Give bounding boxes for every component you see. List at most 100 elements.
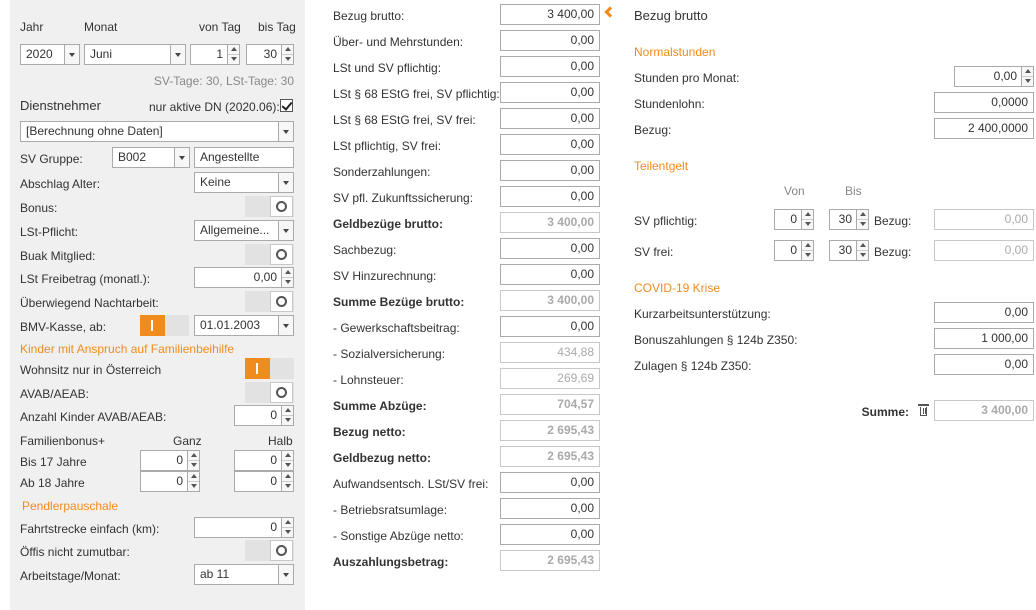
salary-input[interactable]: 2 400,0000 xyxy=(934,118,1034,139)
under-17-full-value: 0 xyxy=(176,453,183,467)
spinner-icon[interactable] xyxy=(227,45,239,64)
chevron-down-icon[interactable] xyxy=(278,173,293,192)
short-time-value: 0,00 xyxy=(1004,305,1028,319)
sv-free-to-input[interactable]: 30 xyxy=(829,240,869,261)
component-value-field[interactable]: 0,00 xyxy=(500,186,600,207)
hours-per-month-input[interactable]: 0,00 xyxy=(954,66,1034,87)
bonus-toggle[interactable] xyxy=(245,196,294,217)
lst-obligation-select[interactable]: Allgemeine... xyxy=(194,220,294,241)
children-section-header: Kinder mit Anspruch auf Familienbeihilfe xyxy=(20,342,235,356)
allowances-input[interactable]: 0,00 xyxy=(934,354,1034,375)
spinner-icon[interactable] xyxy=(856,210,868,229)
component-value-field[interactable]: 0,00 xyxy=(500,30,600,51)
component-value-field[interactable]: 0,00 xyxy=(500,316,600,337)
component-value-field[interactable]: 0,00 xyxy=(500,524,600,545)
workdays-value: ab 11 xyxy=(200,567,230,581)
sv-group-select[interactable]: B002 xyxy=(112,147,190,168)
spinner-icon[interactable] xyxy=(1021,67,1033,86)
component-value: 0,00 xyxy=(570,319,594,333)
bmv-date-select[interactable]: 01.01.2003 xyxy=(194,315,294,336)
sum-input: 3 400,00 xyxy=(934,400,1034,421)
chevron-left-icon[interactable] xyxy=(604,6,616,18)
chevron-down-icon[interactable] xyxy=(278,316,293,335)
sv-group-name: Angestellte xyxy=(194,147,294,168)
chevron-down-icon[interactable] xyxy=(64,45,79,64)
children-count-value: 0 xyxy=(270,408,277,422)
component-value-field[interactable]: 0,00 xyxy=(500,472,600,493)
sv-group-name-text: Angestellte xyxy=(200,150,260,164)
component-value-field[interactable]: 0,00 xyxy=(500,56,600,77)
avab-toggle[interactable] xyxy=(245,382,294,403)
under-17-half-input[interactable]: 0 xyxy=(234,450,294,471)
component-value: 2 695,43 xyxy=(547,553,594,567)
hours-per-month-value: 0,00 xyxy=(993,69,1017,83)
to-day-input[interactable]: 30 xyxy=(246,44,294,65)
spinner-icon[interactable] xyxy=(856,241,868,260)
component-value-field[interactable]: 0,00 xyxy=(500,108,600,129)
over-18-full-input[interactable]: 0 xyxy=(140,471,200,492)
bmv-toggle[interactable] xyxy=(140,315,189,336)
component-value-field[interactable]: 0,00 xyxy=(500,498,600,519)
sv-liable-from-input[interactable]: 0 xyxy=(774,209,814,230)
spinner-icon[interactable] xyxy=(801,210,813,229)
distance-input[interactable]: 0 xyxy=(194,517,294,538)
public-transport-toggle[interactable] xyxy=(245,540,294,561)
spinner-icon[interactable] xyxy=(187,451,199,470)
month-select[interactable]: Juni xyxy=(84,44,186,65)
workdays-select[interactable]: ab 11 xyxy=(194,564,294,585)
calculation-select[interactable]: [Berechnung ohne Daten] xyxy=(20,121,294,142)
bonus-payments-input[interactable]: 1 000,00 xyxy=(934,328,1034,349)
sv-liable-to-input[interactable]: 30 xyxy=(829,209,869,230)
year-header: Jahr xyxy=(20,20,44,34)
chevron-down-icon[interactable] xyxy=(170,45,185,64)
spinner-icon[interactable] xyxy=(281,518,293,537)
component-value-field[interactable]: 0,00 xyxy=(500,134,600,155)
component-value-field[interactable]: 0,00 xyxy=(500,82,600,103)
component-label: LSt § 68 EStG frei, SV pflichtig: xyxy=(333,87,500,101)
spinner-icon[interactable] xyxy=(281,472,293,491)
component-label: Sonderzahlungen: xyxy=(333,165,431,179)
age-deduction-label: Abschlag Alter: xyxy=(20,177,101,191)
distance-value: 0 xyxy=(270,520,277,534)
component-label: Geldbezug netto: xyxy=(333,451,431,465)
family-bonus-label: Familienbonus+ xyxy=(20,434,106,448)
residence-toggle[interactable] xyxy=(245,358,294,379)
over-18-half-input[interactable]: 0 xyxy=(234,471,294,492)
component-value: 269,69 xyxy=(557,371,594,385)
component-value: 0,00 xyxy=(570,241,594,255)
sv-free-from-input[interactable]: 0 xyxy=(774,240,814,261)
component-value-field: 2 695,43 xyxy=(500,446,600,467)
component-value-field[interactable]: 3 400,00 xyxy=(500,4,600,25)
component-value: 3 400,00 xyxy=(547,7,594,21)
spinner-icon[interactable] xyxy=(281,268,293,287)
component-label: Auszahlungsbetrag: xyxy=(333,555,449,569)
year-select[interactable]: 2020 xyxy=(20,44,80,65)
buak-toggle[interactable] xyxy=(245,244,294,265)
chevron-down-icon[interactable] xyxy=(278,565,293,584)
component-value-field[interactable]: 0,00 xyxy=(500,160,600,181)
component-value-field[interactable]: 0,00 xyxy=(500,264,600,285)
age-deduction-select[interactable]: Keine xyxy=(194,172,294,193)
chevron-down-icon[interactable] xyxy=(278,221,293,240)
component-label: LSt und SV pflichtig: xyxy=(333,61,442,75)
trash-icon[interactable] xyxy=(918,404,929,416)
night-work-toggle[interactable] xyxy=(245,291,294,312)
under-17-full-input[interactable]: 0 xyxy=(140,450,200,471)
spinner-icon[interactable] xyxy=(187,472,199,491)
chevron-down-icon[interactable] xyxy=(278,122,293,141)
spinner-icon[interactable] xyxy=(281,45,293,64)
component-value-field[interactable]: 0,00 xyxy=(500,238,600,259)
short-time-input[interactable]: 0,00 xyxy=(934,302,1034,323)
spinner-icon[interactable] xyxy=(281,451,293,470)
chevron-down-icon[interactable] xyxy=(174,148,189,167)
radio-icon xyxy=(270,382,293,403)
hourly-wage-input[interactable]: 0,0000 xyxy=(934,92,1034,113)
component-label: Bezug brutto: xyxy=(333,9,405,23)
toggle-on-icon xyxy=(140,315,165,336)
spinner-icon[interactable] xyxy=(801,241,813,260)
spinner-icon[interactable] xyxy=(281,406,293,425)
tax-allowance-input[interactable]: 0,00 xyxy=(194,267,294,288)
from-day-input[interactable]: 1 xyxy=(190,44,240,65)
children-count-input[interactable]: 0 xyxy=(234,405,294,426)
only-active-checkbox[interactable] xyxy=(280,99,293,112)
